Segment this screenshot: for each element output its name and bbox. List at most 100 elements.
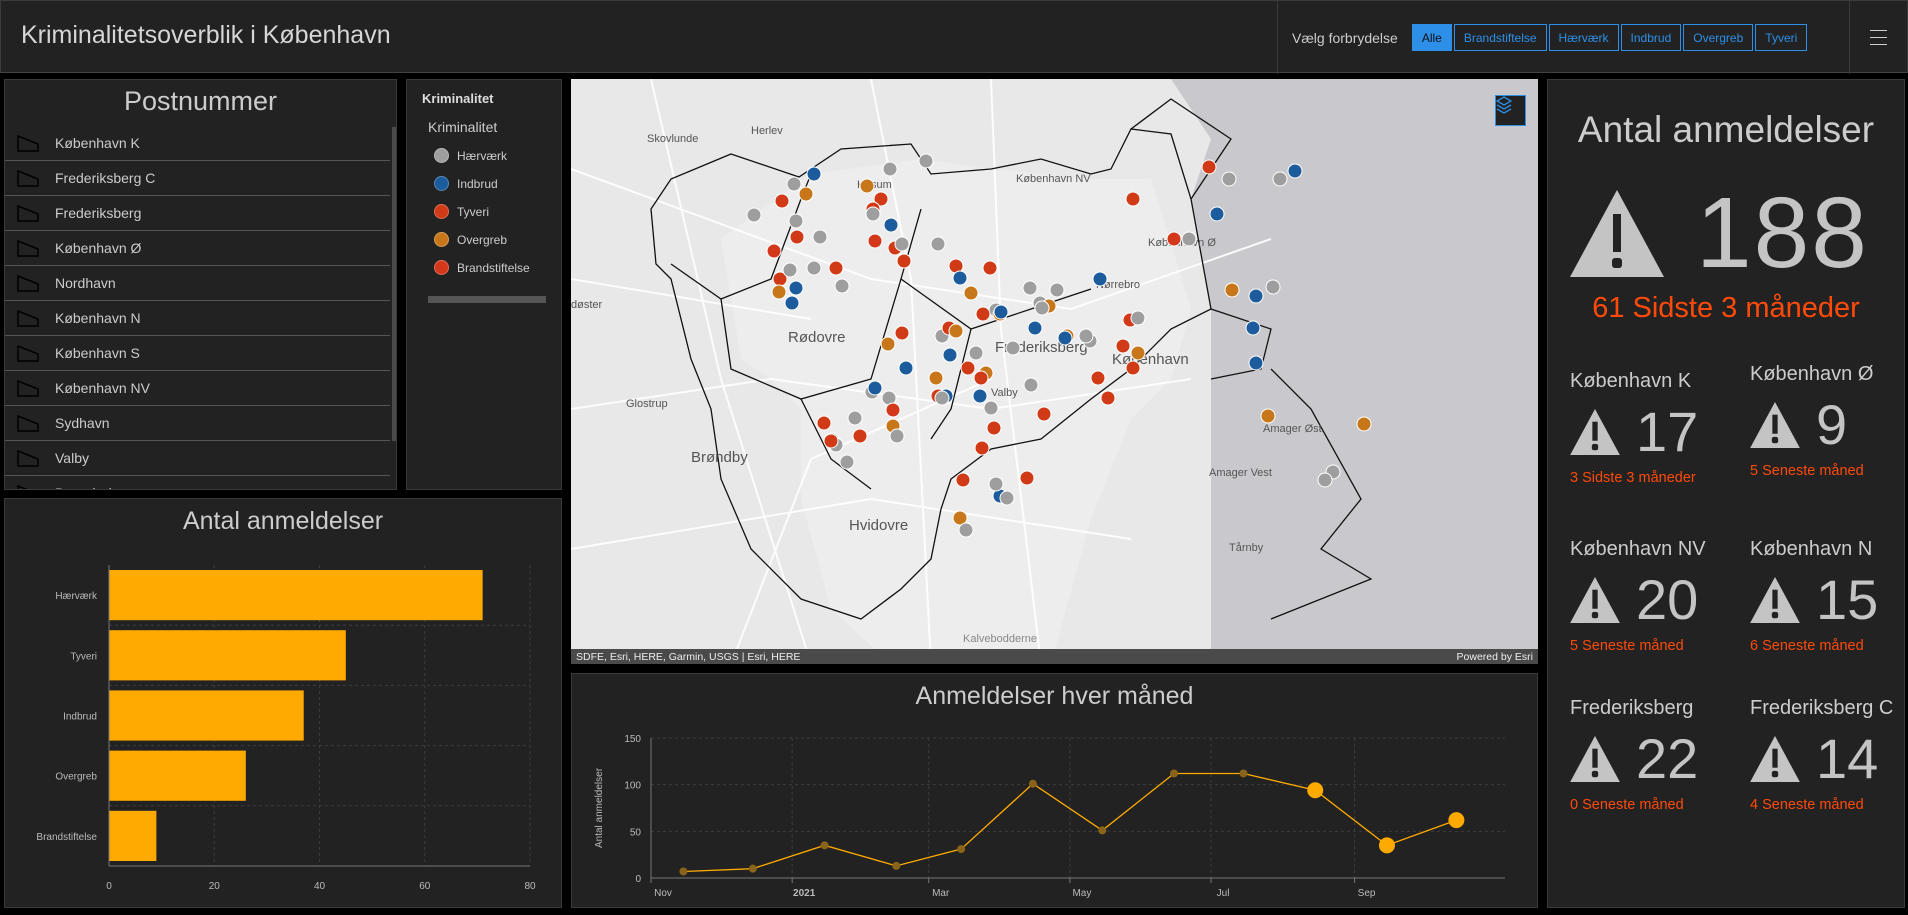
postnummer-item[interactable]: København NV [5, 371, 390, 406]
tyveri-marker[interactable] [852, 428, 868, 444]
filter-overgreb-button[interactable]: Overgreb [1683, 24, 1754, 51]
haervaerk-marker[interactable] [958, 522, 974, 538]
indbrud-marker[interactable] [867, 380, 883, 396]
haervaerk-marker[interactable] [746, 207, 762, 223]
filter-haervaerk-button[interactable]: Hærværk [1548, 24, 1619, 51]
haervaerk-marker[interactable] [1130, 310, 1146, 326]
tyveri-marker[interactable] [1125, 360, 1141, 376]
tyveri-marker[interactable] [960, 360, 976, 376]
data-point[interactable] [1307, 782, 1324, 799]
data-point[interactable] [1098, 826, 1107, 835]
indbrud-marker[interactable] [1245, 320, 1261, 336]
indbrud-marker[interactable] [1027, 320, 1043, 336]
overgreb-marker[interactable] [859, 178, 875, 194]
haervaerk-marker[interactable] [934, 390, 950, 406]
indbrud-marker[interactable] [1209, 206, 1225, 222]
filter-alle-button[interactable]: Alle [1411, 24, 1452, 51]
haervaerk-marker[interactable] [1078, 328, 1094, 344]
tyveri-marker[interactable] [1090, 370, 1106, 386]
tyveri-marker[interactable] [986, 420, 1002, 436]
data-point[interactable] [748, 864, 757, 873]
haervaerk-marker[interactable] [968, 345, 984, 361]
indbrud-marker[interactable] [806, 166, 822, 182]
haervaerk-marker[interactable] [999, 490, 1015, 506]
haervaerk-marker[interactable] [839, 454, 854, 470]
data-point[interactable] [1448, 812, 1465, 829]
indbrud-marker[interactable] [1248, 288, 1264, 304]
brandstiftelse-marker[interactable] [766, 243, 782, 259]
bar[interactable] [109, 810, 157, 861]
indbrud-marker[interactable] [993, 304, 1009, 320]
tyveri-marker[interactable] [1019, 470, 1035, 486]
tyveri-marker[interactable] [828, 260, 844, 276]
indbrud-marker[interactable] [1287, 163, 1303, 179]
data-point[interactable] [1170, 769, 1179, 778]
brandstiftelse-marker[interactable] [867, 233, 883, 249]
haervaerk-marker[interactable] [930, 236, 946, 251]
tyveri-marker[interactable] [896, 253, 912, 269]
overgreb-marker[interactable] [1224, 282, 1240, 298]
haervaerk-marker[interactable] [834, 278, 850, 294]
indbrud-marker[interactable] [1248, 355, 1264, 371]
indbrud-marker[interactable] [1092, 271, 1108, 287]
layers-icon[interactable] [1495, 95, 1526, 126]
data-point[interactable] [1028, 779, 1037, 788]
postnummer-item[interactable]: København N [5, 301, 390, 336]
postnummer-item[interactable]: Frederiksberg [5, 196, 390, 231]
postnummer-item[interactable]: Nordhavn [5, 266, 390, 301]
data-point[interactable] [1239, 769, 1248, 778]
overgreb-marker[interactable] [771, 284, 787, 300]
postnummer-item[interactable]: Frederiksberg C [5, 161, 390, 196]
brandstiftelse-marker[interactable] [885, 402, 901, 418]
data-point[interactable] [957, 845, 966, 854]
haervaerk-marker[interactable] [1023, 377, 1039, 393]
postnummer-scrollbar[interactable] [392, 127, 396, 441]
haervaerk-marker[interactable] [812, 229, 828, 245]
indbrud-marker[interactable] [972, 388, 988, 404]
tyveri-marker[interactable] [816, 415, 832, 431]
indbrud-marker[interactable] [788, 280, 804, 296]
haervaerk-marker[interactable] [1265, 279, 1281, 295]
haervaerk-marker[interactable] [1022, 280, 1038, 296]
tyveri-marker[interactable] [1115, 338, 1131, 354]
overgreb-marker[interactable] [1260, 408, 1276, 424]
postnummer-item[interactable]: Brønshøj [5, 476, 390, 489]
haervaerk-marker[interactable] [894, 236, 910, 251]
overgreb-marker[interactable] [948, 323, 964, 339]
indbrud-marker[interactable] [1057, 330, 1073, 346]
data-point[interactable] [820, 841, 829, 850]
overgreb-marker[interactable] [1356, 416, 1372, 432]
hamburger-menu-icon[interactable] [1849, 1, 1907, 74]
indbrud-marker[interactable] [942, 347, 958, 363]
tyveri-marker[interactable] [894, 325, 910, 341]
postnummer-item[interactable]: Sydhavn [5, 406, 390, 441]
haervaerk-marker[interactable] [1181, 231, 1197, 247]
haervaerk-marker[interactable] [847, 410, 863, 426]
indbrud-marker[interactable] [784, 295, 800, 311]
overgreb-marker[interactable] [1130, 345, 1146, 361]
bar[interactable] [109, 630, 346, 681]
crime-map[interactable]: Skovlunde Herlev Husum København NV Købe… [571, 79, 1538, 664]
haervaerk-marker[interactable] [882, 161, 898, 177]
haervaerk-marker[interactable] [889, 428, 905, 444]
data-point[interactable] [892, 861, 901, 870]
tyveri-marker[interactable] [955, 472, 971, 488]
haervaerk-marker[interactable] [1221, 171, 1237, 187]
tyveri-marker[interactable] [975, 306, 991, 322]
haervaerk-marker[interactable] [918, 153, 934, 169]
overgreb-marker[interactable] [928, 370, 944, 386]
tyveri-marker[interactable] [823, 433, 839, 449]
brandstiftelse-marker[interactable] [1166, 231, 1182, 247]
haervaerk-marker[interactable] [865, 206, 881, 222]
bar[interactable] [109, 690, 304, 741]
tyveri-marker[interactable] [1036, 406, 1052, 422]
haervaerk-marker[interactable] [1034, 300, 1050, 316]
tyveri-marker[interactable] [973, 370, 989, 386]
bar[interactable] [109, 750, 246, 801]
haervaerk-marker[interactable] [1005, 340, 1021, 356]
postnummer-item[interactable]: København S [5, 336, 390, 371]
tyveri-marker[interactable] [1125, 191, 1141, 207]
haervaerk-marker[interactable] [988, 476, 1004, 492]
bar[interactable] [109, 570, 483, 621]
tyveri-marker[interactable] [1201, 159, 1217, 175]
